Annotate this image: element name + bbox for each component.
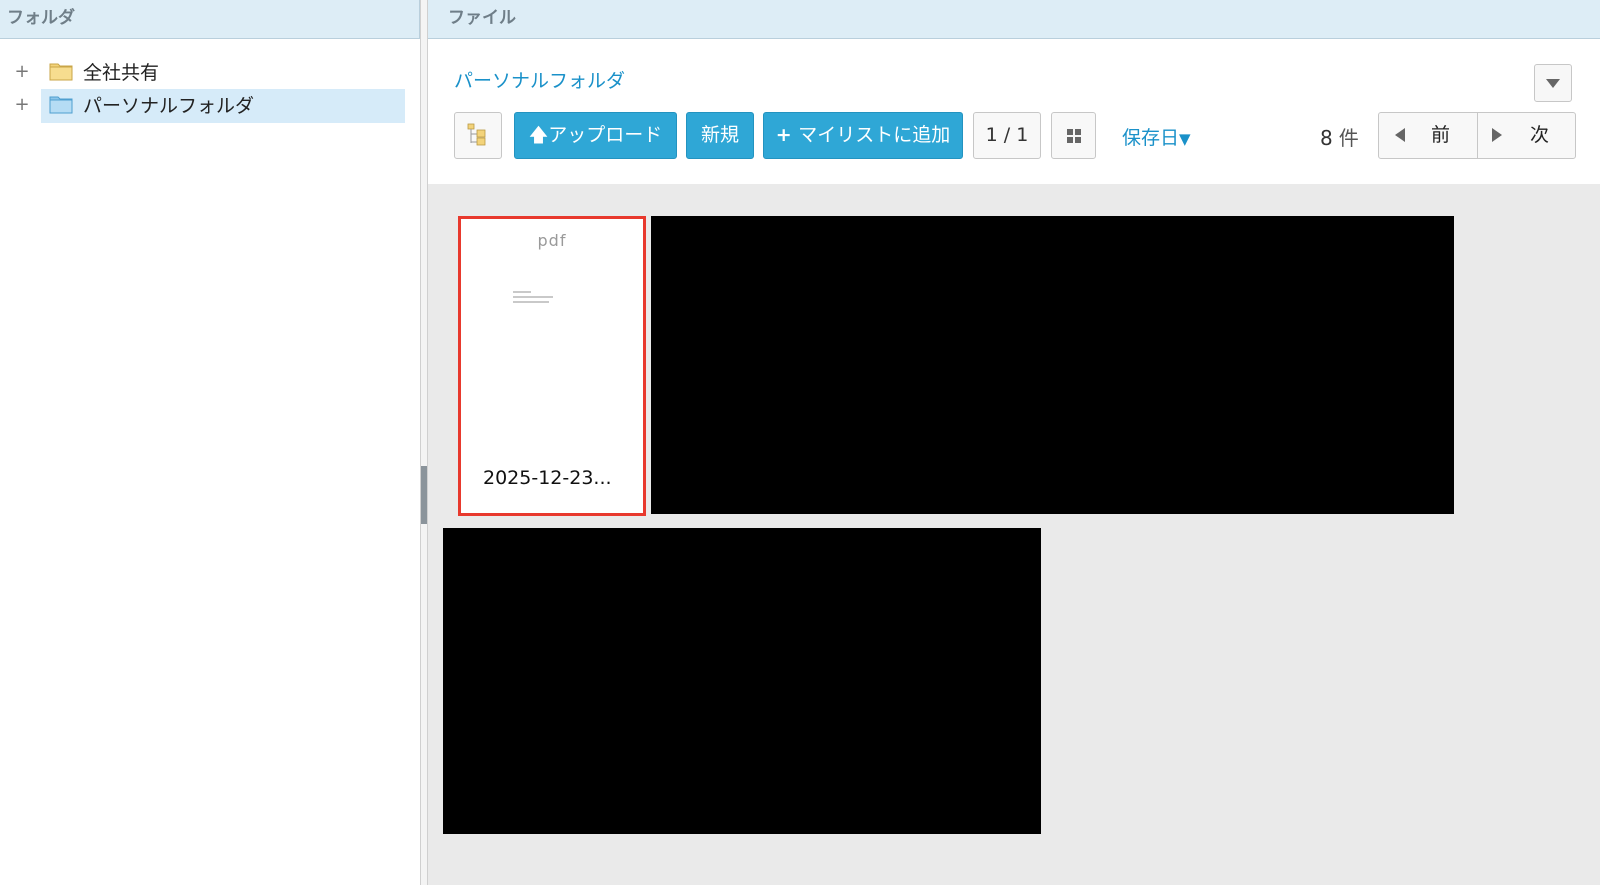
pane-splitter[interactable] (420, 0, 428, 885)
folder-icon (49, 63, 73, 81)
page-indicator-text: 1 / 1 (985, 124, 1029, 146)
view-toggle-button[interactable] (1051, 112, 1096, 159)
folder-tree-toggle-button[interactable] (454, 112, 502, 159)
sort-label: 保存日 (1122, 127, 1180, 149)
folder-pane: フォルダ + 全社共有 + パーソナルフォルダ (0, 0, 420, 885)
prev-page-label: 前 (1431, 124, 1451, 146)
file-grid: pdf 2025-12-23... (428, 184, 1600, 885)
file-count-value: 8 (1320, 126, 1333, 150)
next-page-label: 次 (1530, 124, 1550, 146)
add-to-mylist-label: マイリストに追加 (798, 124, 951, 146)
grid-view-icon (1067, 129, 1081, 143)
new-button[interactable]: 新規 (686, 112, 754, 159)
file-pane: ファイル パーソナルフォルダ 🡅アップロード 新規 + マイリストに追加 1 /… (428, 0, 1600, 885)
file-count-unit: 件 (1338, 126, 1359, 150)
dropdown-menu-button[interactable] (1534, 64, 1572, 102)
upload-arrow-icon: 🡅 (528, 124, 549, 146)
tree-item-label: 全社共有 (83, 62, 160, 84)
pager: 前 次 (1378, 112, 1576, 159)
splitter-handle[interactable] (421, 466, 427, 524)
file-card[interactable]: pdf 2025-12-23... (458, 216, 646, 516)
arrow-right-icon (1492, 128, 1502, 142)
breadcrumb-personal-folder[interactable]: パーソナルフォルダ (454, 66, 625, 93)
arrow-left-icon (1395, 128, 1405, 142)
expand-icon[interactable]: + (12, 62, 32, 82)
next-page-button[interactable]: 次 (1478, 113, 1576, 158)
expand-icon[interactable]: + (12, 95, 32, 115)
file-name: 2025-12-23... (483, 467, 612, 489)
page-indicator: 1 / 1 (973, 112, 1041, 159)
file-pane-header: ファイル (428, 0, 1600, 39)
folder-icon (49, 96, 73, 114)
add-to-mylist-button[interactable]: + マイリストに追加 (763, 112, 963, 159)
upload-button[interactable]: 🡅アップロード (514, 112, 677, 159)
tree-item-body[interactable]: パーソナルフォルダ (41, 89, 405, 123)
folder-pane-header: フォルダ (0, 0, 420, 39)
tree-item-label: パーソナルフォルダ (83, 95, 255, 117)
tree-item-body[interactable]: 全社共有 (41, 56, 405, 90)
toolbar: 🡅アップロード 新規 + マイリストに追加 1 / 1 保存日▼ 8件 前 次 (454, 112, 1600, 160)
sort-arrow-icon: ▼ (1179, 130, 1191, 148)
folder-tree-icon (467, 123, 486, 146)
sort-by-saved-date[interactable]: 保存日▼ (1122, 123, 1191, 150)
tree-item-company-shared[interactable]: + 全社共有 (12, 56, 404, 90)
redacted-area (651, 216, 1454, 514)
upload-button-label: アップロード (548, 124, 663, 146)
new-button-label: 新規 (700, 124, 739, 146)
tree-item-personal-folder[interactable]: + パーソナルフォルダ (12, 89, 405, 123)
pdf-thumbnail (513, 291, 555, 309)
file-count: 8件 (1320, 122, 1359, 151)
plus-icon: + (775, 124, 799, 146)
file-type-label: pdf (537, 231, 567, 250)
prev-page-button[interactable]: 前 (1379, 113, 1478, 158)
redacted-area (443, 528, 1041, 834)
